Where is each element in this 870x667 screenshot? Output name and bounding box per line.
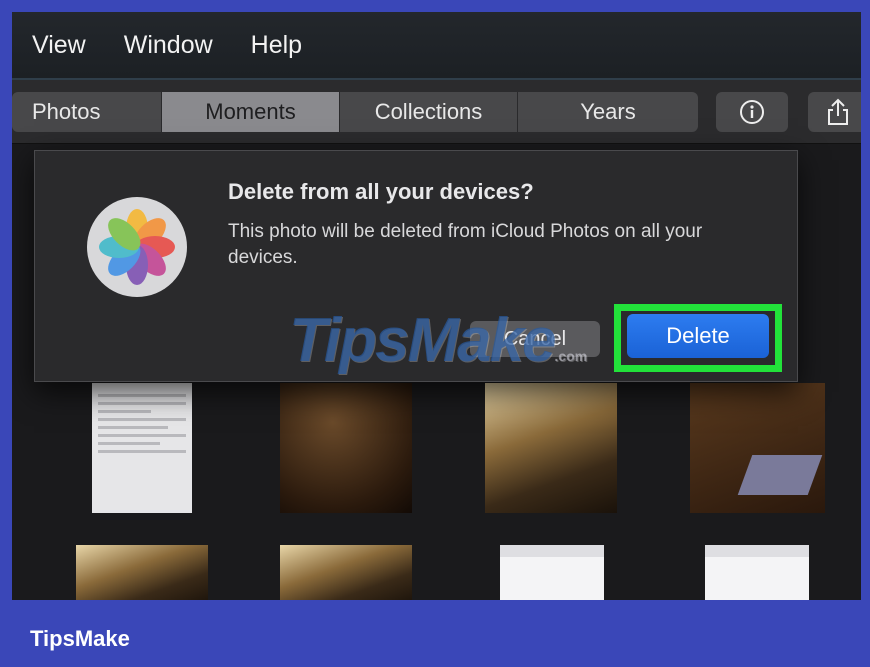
share-icon	[828, 98, 848, 125]
info-button[interactable]	[716, 92, 788, 132]
view-segmented-control: Photos Moments Collections Years	[12, 92, 698, 132]
dialog-title: Delete from all your devices?	[228, 179, 534, 204]
info-icon	[740, 100, 764, 124]
photos-flower-icon	[99, 209, 175, 285]
photo-thumbnail[interactable]	[280, 545, 412, 600]
watermark-logo: TipsMake.com	[289, 305, 587, 376]
menu-window[interactable]: Window	[124, 31, 213, 60]
photo-thumbnail[interactable]	[76, 545, 208, 600]
app-window: View Window Help Photos Moments Collecti…	[12, 12, 861, 600]
photo-thumbnail[interactable]	[500, 545, 604, 600]
photo-thumbnail[interactable]	[92, 383, 192, 513]
tab-years[interactable]: Years	[518, 92, 698, 132]
watermark-text: TipsMake	[289, 306, 556, 375]
toolbar: Photos Moments Collections Years	[12, 80, 861, 144]
photo-thumbnail[interactable]	[690, 383, 825, 513]
photo-thumbnail[interactable]	[705, 545, 809, 600]
tab-collections[interactable]: Collections	[340, 92, 518, 132]
photo-thumbnail[interactable]	[485, 383, 617, 513]
photo-thumbnail[interactable]	[280, 383, 412, 513]
tab-photos[interactable]: Photos	[12, 92, 162, 132]
menu-help[interactable]: Help	[251, 31, 302, 60]
photos-app-icon	[87, 197, 187, 297]
brand-caption: TipsMake	[30, 626, 130, 651]
delete-button[interactable]: Delete	[627, 314, 769, 358]
tab-moments[interactable]: Moments	[162, 92, 340, 132]
menu-view[interactable]: View	[32, 31, 86, 60]
menu-bar: View Window Help	[12, 12, 861, 80]
watermark-suffix: .com	[554, 348, 588, 364]
dialog-message: This photo will be deleted from iCloud P…	[228, 221, 703, 268]
share-button[interactable]	[808, 92, 861, 132]
